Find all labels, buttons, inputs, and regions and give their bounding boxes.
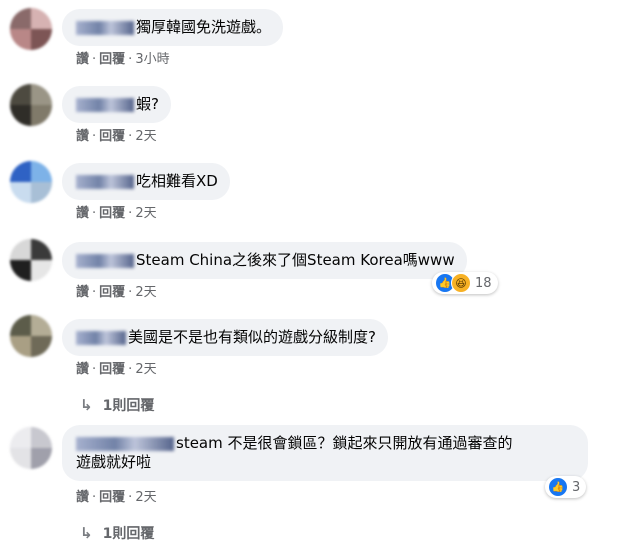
avatar[interactable] xyxy=(10,315,52,357)
comment-text: 獨厚韓國免洗遊戲。 xyxy=(136,18,272,36)
comment-text: 美國是不是也有類似的遊戲分級制度? xyxy=(128,328,376,346)
commenter-name-redacted[interactable] xyxy=(76,330,126,345)
timestamp[interactable]: 2天 xyxy=(135,205,156,223)
avatar[interactable] xyxy=(10,239,52,281)
like-link[interactable]: 讚 xyxy=(76,361,89,379)
timestamp[interactable]: 2天 xyxy=(135,128,156,146)
avatar[interactable] xyxy=(10,161,52,203)
commenter-name-redacted[interactable] xyxy=(76,436,174,451)
comment-actions: 讚 · 回覆 · 2天 xyxy=(76,128,157,146)
avatar[interactable] xyxy=(10,8,52,50)
commenter-name-redacted[interactable] xyxy=(76,253,134,268)
like-link[interactable]: 讚 xyxy=(76,489,89,507)
reply-link[interactable]: 回覆 xyxy=(99,284,125,302)
comment-bubble: 蝦? xyxy=(62,86,171,123)
comment-bubble: steam 不是很會鎖區？鎖起來只開放有通過審查的 遊戲就好啦 xyxy=(62,425,588,481)
reaction-count: 3 xyxy=(572,479,581,495)
timestamp[interactable]: 2天 xyxy=(135,284,156,302)
reaction-count: 18 xyxy=(475,275,492,291)
like-link[interactable]: 讚 xyxy=(76,284,89,302)
commenter-name-redacted[interactable] xyxy=(76,97,134,112)
comment-text: 蝦? xyxy=(136,95,159,113)
reply-link[interactable]: 回覆 xyxy=(99,361,125,379)
timestamp[interactable]: 2天 xyxy=(135,489,156,507)
reactions-summary[interactable]: 👍 3 xyxy=(545,476,587,498)
avatar[interactable] xyxy=(10,84,52,126)
view-replies-link[interactable]: ↳ 1則回覆 xyxy=(80,396,154,414)
comment-actions: 讚 · 回覆 · 2天 xyxy=(76,361,157,379)
commenter-name-redacted[interactable] xyxy=(76,174,134,189)
reply-link[interactable]: 回覆 xyxy=(99,128,125,146)
comment-actions: 讚 · 回覆 · 2天 xyxy=(76,284,157,302)
comment-actions: 讚 · 回覆 · 2天 xyxy=(76,205,157,223)
like-icon: 👍 xyxy=(548,477,568,497)
commenter-name-redacted[interactable] xyxy=(76,20,134,35)
reactions-summary[interactable]: 👍 😆 18 xyxy=(432,272,498,294)
timestamp[interactable]: 3小時 xyxy=(135,51,169,69)
reply-link[interactable]: 回覆 xyxy=(99,51,125,69)
comment-actions: 讚 · 回覆 · 2天 xyxy=(76,489,157,507)
reply-link[interactable]: 回覆 xyxy=(99,205,125,223)
timestamp[interactable]: 2天 xyxy=(135,361,156,379)
comment-text-line-2: 遊戲就好啦 xyxy=(76,453,152,471)
comment-text-line-1: steam 不是很會鎖區？鎖起來只開放有通過審查的 xyxy=(176,434,513,452)
replies-label[interactable]: 1則回覆 xyxy=(103,526,155,542)
comment-bubble: 獨厚韓國免洗遊戲。 xyxy=(62,9,284,46)
comment-bubble: 吃相難看XD xyxy=(62,163,230,200)
comment-text: Steam China之後來了個Steam Korea嗎www xyxy=(136,251,455,269)
haha-icon: 😆 xyxy=(451,273,471,293)
reply-arrow-icon: ↳ xyxy=(80,524,93,542)
replies-label[interactable]: 1則回覆 xyxy=(103,398,155,414)
like-link[interactable]: 讚 xyxy=(76,205,89,223)
comment-text: 吃相難看XD xyxy=(136,172,218,190)
comment-bubble: 美國是不是也有類似的遊戲分級制度? xyxy=(62,319,388,356)
like-link[interactable]: 讚 xyxy=(76,51,89,69)
comment-actions: 讚 · 回覆 · 3小時 xyxy=(76,51,170,69)
reply-link[interactable]: 回覆 xyxy=(99,489,125,507)
avatar[interactable] xyxy=(10,427,52,469)
view-replies-link[interactable]: ↳ 1則回覆 xyxy=(80,524,154,542)
reply-arrow-icon: ↳ xyxy=(80,396,93,414)
comment-bubble: Steam China之後來了個Steam Korea嗎www xyxy=(62,242,467,279)
like-link[interactable]: 讚 xyxy=(76,128,89,146)
